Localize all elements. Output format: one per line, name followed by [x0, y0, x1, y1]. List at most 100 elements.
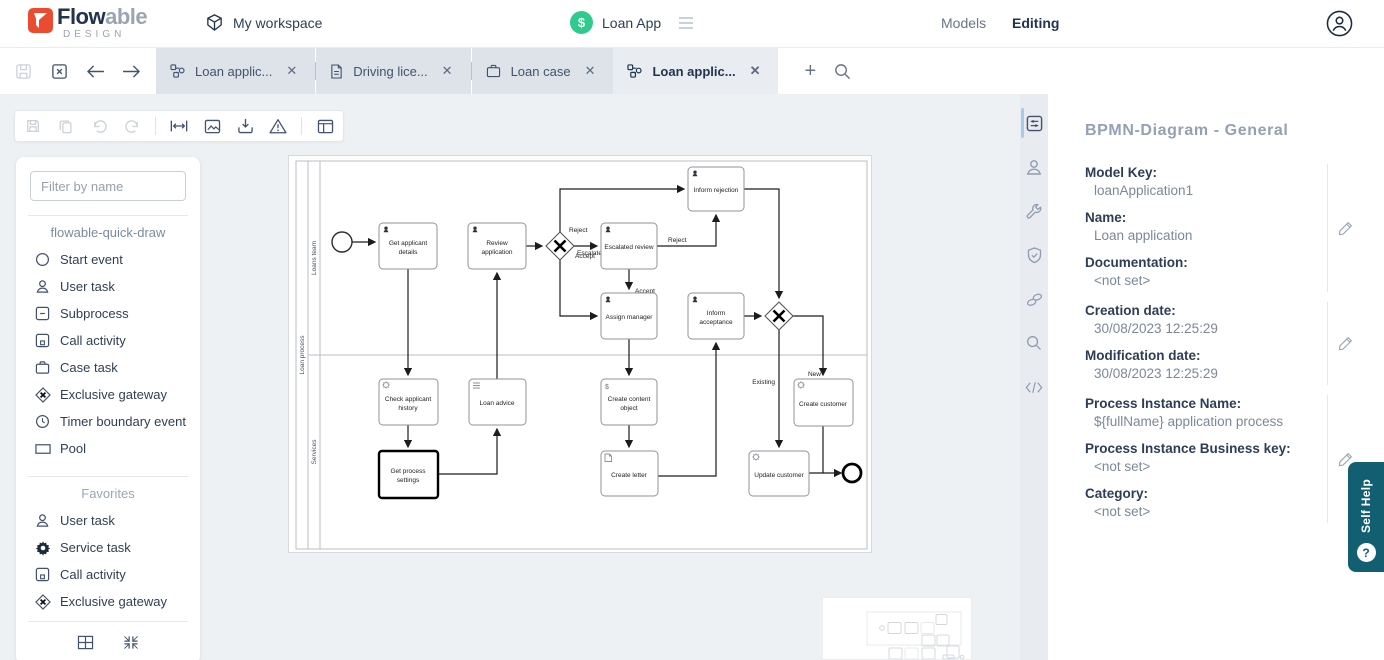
- palette-fav-user-task[interactable]: User task: [16, 507, 200, 534]
- edit-pencil-icon[interactable]: [1328, 221, 1362, 236]
- field-name: Name: Loan application: [1085, 209, 1315, 245]
- properties-panel: BPMN-Diagram - General Model Key: loanAp…: [1048, 94, 1384, 660]
- lane-label-services: Services: [311, 439, 318, 465]
- pool-label: Loan process: [299, 335, 306, 375]
- tab-close-icon[interactable]: ✕: [746, 61, 765, 81]
- bpmn-model-icon: [627, 64, 642, 78]
- gateway-customer-decision[interactable]: [765, 302, 793, 330]
- rail-advanced-wrench-icon[interactable]: [1020, 200, 1048, 222]
- shape-palette: flowable-quick-draw Start event User tas…: [16, 157, 200, 660]
- svg-text:Create customer: Create customer: [799, 401, 848, 408]
- save-tab-icon[interactable]: [12, 60, 34, 82]
- svg-text:Create letter: Create letter: [611, 472, 648, 479]
- nav-forward-icon[interactable]: [120, 60, 142, 82]
- workspace-selector[interactable]: My workspace: [205, 13, 322, 32]
- gateway-review-decision[interactable]: [546, 232, 574, 260]
- editor-main: flowable-quick-draw Start event User tas…: [0, 94, 1384, 660]
- palette-item-pool[interactable]: Pool: [16, 435, 200, 462]
- svg-text:application: application: [481, 249, 512, 256]
- field-category: Category: <not set>: [1085, 485, 1315, 521]
- question-bubble-icon: ?: [1357, 543, 1376, 562]
- app-switcher[interactable]: $ Loan App: [570, 11, 694, 34]
- tab-loan-case[interactable]: Loan case ✕: [472, 48, 614, 94]
- form-model-icon: [330, 64, 343, 79]
- field-model-key: Model Key: loanApplication1: [1085, 164, 1315, 200]
- start-event[interactable]: [332, 232, 352, 252]
- copy-icon[interactable]: [56, 116, 76, 136]
- svg-text:Inform: Inform: [707, 310, 725, 317]
- tab-close-icon[interactable]: ✕: [282, 61, 301, 81]
- image-export-icon[interactable]: [202, 116, 222, 136]
- tab-close-icon[interactable]: ✕: [438, 61, 457, 81]
- rail-general-settings-icon[interactable]: [1020, 112, 1048, 134]
- exclusive-gateway-icon: [34, 386, 51, 403]
- tab-close-icon[interactable]: ✕: [581, 61, 600, 81]
- rail-code-icon[interactable]: [1020, 376, 1048, 398]
- download-icon[interactable]: [235, 116, 255, 136]
- property-group-process-instance: Process Instance Name: ${fullName} appli…: [1085, 395, 1362, 523]
- app-badge-icon: $: [570, 11, 593, 34]
- palette-fav-exclusive-gateway[interactable]: Exclusive gateway: [16, 588, 200, 615]
- bpmn-canvas[interactable]: Loan process Loans team Services: [288, 155, 872, 553]
- field-creation-date: Creation date: 30/08/2023 12:25:29: [1085, 302, 1315, 338]
- palette-collapse-icon[interactable]: [121, 632, 141, 652]
- redo-icon[interactable]: [122, 116, 142, 136]
- palette-item-start-event[interactable]: Start event: [16, 246, 200, 273]
- tab-bar: Loan applic... ✕ Driving lice... ✕ Loan …: [0, 48, 1384, 94]
- start-event-icon: [34, 251, 51, 268]
- rail-links-icon[interactable]: [1020, 288, 1048, 310]
- nav-models-link[interactable]: Models: [941, 15, 986, 31]
- rail-assignment-icon[interactable]: [1020, 156, 1048, 178]
- svg-text:object: object: [620, 405, 638, 412]
- property-group-identity: Model Key: loanApplication1 Name: Loan a…: [1085, 164, 1362, 292]
- self-help-button[interactable]: Self Help ?: [1348, 462, 1384, 572]
- svg-text:acceptance: acceptance: [699, 319, 733, 326]
- case-model-icon: [486, 64, 501, 78]
- app-menu-icon[interactable]: [678, 16, 694, 30]
- svg-text:Review: Review: [486, 240, 508, 247]
- field-modification-date: Modification date: 30/08/2023 12:25:29: [1085, 347, 1315, 383]
- save-icon[interactable]: [23, 116, 43, 136]
- rail-search-icon[interactable]: [1020, 332, 1048, 354]
- brand-name: Flowable: [57, 6, 147, 28]
- fit-width-icon[interactable]: [169, 116, 189, 136]
- palette-grid-view-icon[interactable]: [75, 632, 95, 652]
- task-shapes[interactable]: [379, 167, 853, 498]
- user-avatar-icon[interactable]: [1326, 10, 1353, 37]
- end-event[interactable]: [843, 464, 861, 482]
- svg-text:Loan advice: Loan advice: [479, 400, 514, 407]
- palette-item-exclusive-gateway[interactable]: Exclusive gateway: [16, 381, 200, 408]
- palette-item-subprocess[interactable]: Subprocess: [16, 300, 200, 327]
- details-panel-icon[interactable]: [315, 116, 335, 136]
- search-tabs-icon[interactable]: [834, 63, 851, 80]
- palette-item-timer-boundary-event[interactable]: Timer boundary event: [16, 408, 200, 435]
- rail-validation-shield-icon[interactable]: [1020, 244, 1048, 266]
- nav-editing-link[interactable]: Editing: [1012, 15, 1059, 31]
- canvas-toolbar: [14, 110, 344, 142]
- palette-item-user-task[interactable]: User task: [16, 273, 200, 300]
- svg-text:details: details: [399, 249, 419, 256]
- palette-fav-call-activity[interactable]: Call activity: [16, 561, 200, 588]
- canvas-minimap[interactable]: [822, 597, 972, 660]
- new-tab-icon[interactable]: +: [804, 60, 816, 83]
- timer-event-icon: [34, 413, 51, 430]
- palette-item-call-activity[interactable]: Call activity: [16, 327, 200, 354]
- tab-driving-licence[interactable]: Driving lice... ✕: [316, 48, 470, 94]
- edit-pencil-icon[interactable]: [1328, 336, 1362, 351]
- workspace-label: My workspace: [233, 15, 322, 31]
- svg-text:Reject: Reject: [668, 237, 687, 244]
- palette-fav-service-task[interactable]: Service task: [16, 534, 200, 561]
- nav-back-icon[interactable]: [84, 60, 106, 82]
- undo-icon[interactable]: [89, 116, 109, 136]
- service-task-gear-icon: [34, 539, 51, 556]
- validate-warning-icon[interactable]: [268, 116, 288, 136]
- exclusive-gateway-icon: [34, 593, 51, 610]
- palette-item-case-task[interactable]: Case task: [16, 354, 200, 381]
- svg-text:Assign manager: Assign manager: [606, 314, 654, 321]
- tab-loan-application-1[interactable]: Loan applic... ✕: [156, 48, 315, 94]
- svg-text:Get process: Get process: [390, 468, 426, 475]
- tab-loan-application-2-active[interactable]: Loan applic... ✕: [613, 48, 778, 94]
- close-tab-icon[interactable]: [48, 60, 70, 82]
- palette-filter-input[interactable]: [30, 171, 186, 201]
- subprocess-icon: [34, 305, 51, 322]
